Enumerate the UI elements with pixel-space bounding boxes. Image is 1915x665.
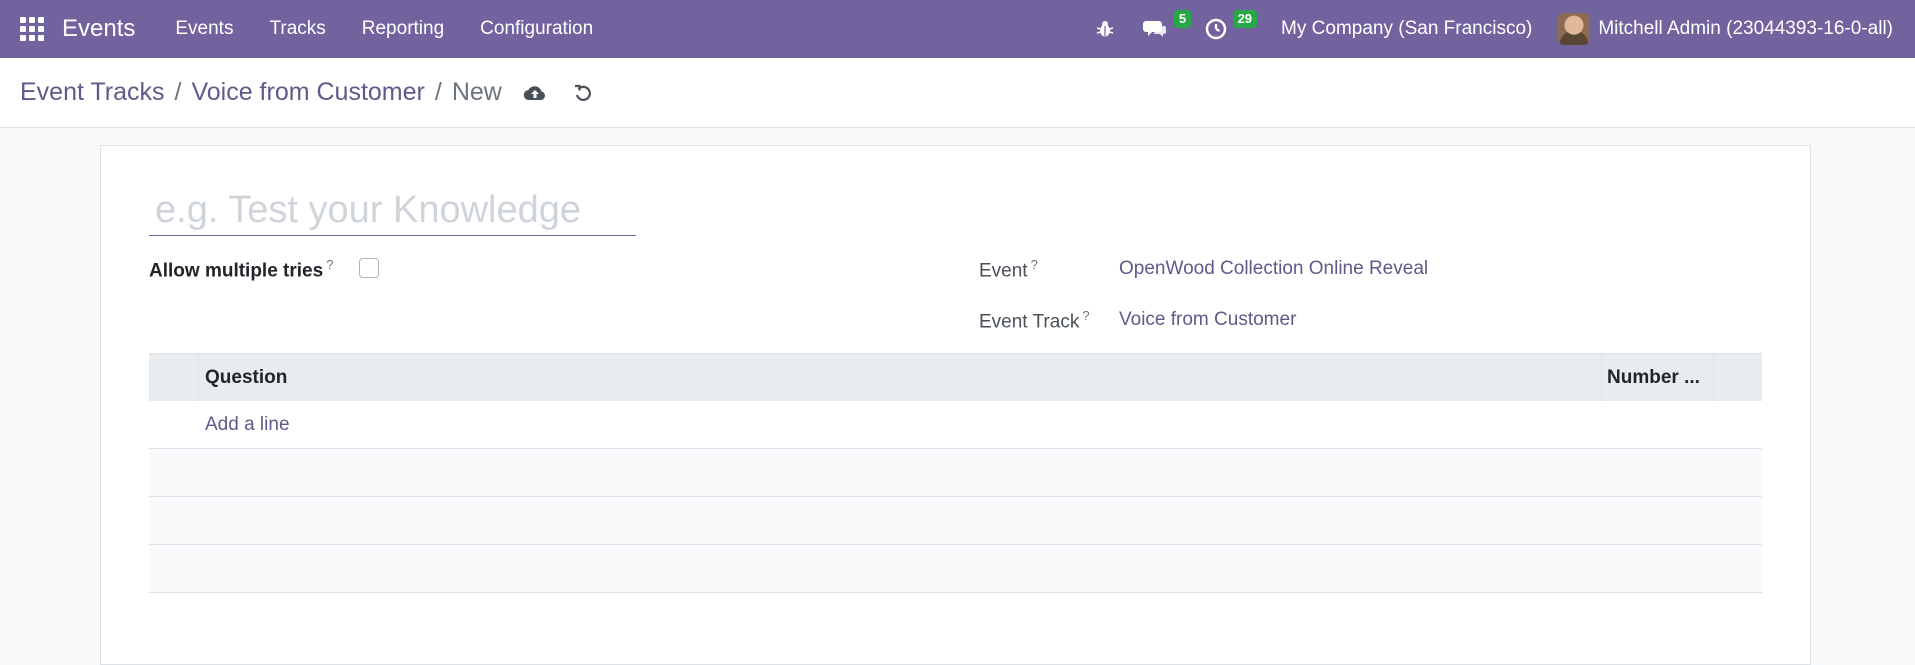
breadcrumb-event-tracks[interactable]: Event Tracks bbox=[20, 78, 165, 107]
event-track-label-text: Event Track bbox=[979, 311, 1080, 333]
breadcrumb-current: New bbox=[451, 78, 502, 106]
allow-multiple-tries-label: Allow multiple tries? bbox=[149, 257, 333, 282]
company-switcher[interactable]: My Company (San Francisco) bbox=[1281, 18, 1532, 40]
discard-undo-icon[interactable] bbox=[568, 78, 598, 108]
top-navbar: Events Events Tracks Reporting Configura… bbox=[0, 0, 1915, 58]
event-field[interactable]: OpenWood Collection Online Reveal bbox=[1119, 258, 1428, 280]
event-label: Event? bbox=[979, 257, 1038, 282]
column-question[interactable]: Question bbox=[199, 354, 1602, 401]
form-sheet: Allow multiple tries? Event? OpenWood Co… bbox=[100, 145, 1811, 665]
table-row bbox=[149, 497, 1762, 545]
handle-column bbox=[149, 354, 199, 401]
menu-configuration[interactable]: Configuration bbox=[462, 0, 611, 58]
questions-table: Question Number ... Add a line bbox=[149, 353, 1762, 593]
debug-bug-icon[interactable] bbox=[1081, 0, 1129, 58]
table-row bbox=[149, 449, 1762, 497]
breadcrumb-separator: / bbox=[434, 78, 442, 106]
breadcrumb-separator: / bbox=[174, 78, 182, 106]
help-tooltip-icon[interactable]: ? bbox=[326, 257, 333, 272]
column-optional-toggle[interactable] bbox=[1714, 354, 1762, 401]
allow-multiple-tries-text: Allow multiple tries bbox=[149, 260, 324, 282]
event-track-label: Event Track? bbox=[979, 308, 1090, 333]
control-panel: Event Tracks / Voice from Customer / New bbox=[0, 58, 1915, 128]
table-row bbox=[149, 545, 1762, 593]
event-track-field[interactable]: Voice from Customer bbox=[1119, 309, 1296, 331]
avatar bbox=[1558, 13, 1591, 45]
user-name: Mitchell Admin (23044393-16-0-all) bbox=[1598, 18, 1893, 39]
breadcrumb: Event Tracks / Voice from Customer / New bbox=[20, 78, 502, 107]
add-line-link[interactable]: Add a line bbox=[205, 414, 290, 436]
activities-count-badge: 29 bbox=[1232, 10, 1258, 28]
user-menu[interactable]: Mitchell Admin (23044393-16-0-all) bbox=[1558, 13, 1893, 45]
menu-events[interactable]: Events bbox=[157, 0, 251, 58]
help-tooltip-icon[interactable]: ? bbox=[1082, 308, 1089, 323]
messages-count-badge: 5 bbox=[1173, 10, 1192, 28]
activities-clock-icon[interactable]: 29 bbox=[1191, 0, 1258, 58]
breadcrumb-voice-from-customer[interactable]: Voice from Customer bbox=[191, 78, 424, 107]
app-name[interactable]: Events bbox=[62, 15, 135, 43]
menu-tracks[interactable]: Tracks bbox=[251, 0, 343, 58]
allow-multiple-tries-checkbox[interactable] bbox=[359, 258, 379, 278]
navbar-systray: 5 29 My Company (San Francisco) Mitchell… bbox=[1081, 0, 1915, 58]
event-label-text: Event bbox=[979, 260, 1028, 282]
menu-reporting[interactable]: Reporting bbox=[344, 0, 462, 58]
help-tooltip-icon[interactable]: ? bbox=[1031, 257, 1038, 272]
save-cloud-upload-icon[interactable] bbox=[520, 78, 550, 108]
apps-menu-icon[interactable] bbox=[20, 17, 44, 41]
add-line-row: Add a line bbox=[149, 401, 1762, 449]
table-header: Question Number ... bbox=[149, 353, 1762, 401]
column-number[interactable]: Number ... bbox=[1602, 354, 1714, 401]
quiz-title-input[interactable] bbox=[149, 186, 636, 236]
messages-chat-icon[interactable]: 5 bbox=[1129, 0, 1192, 58]
